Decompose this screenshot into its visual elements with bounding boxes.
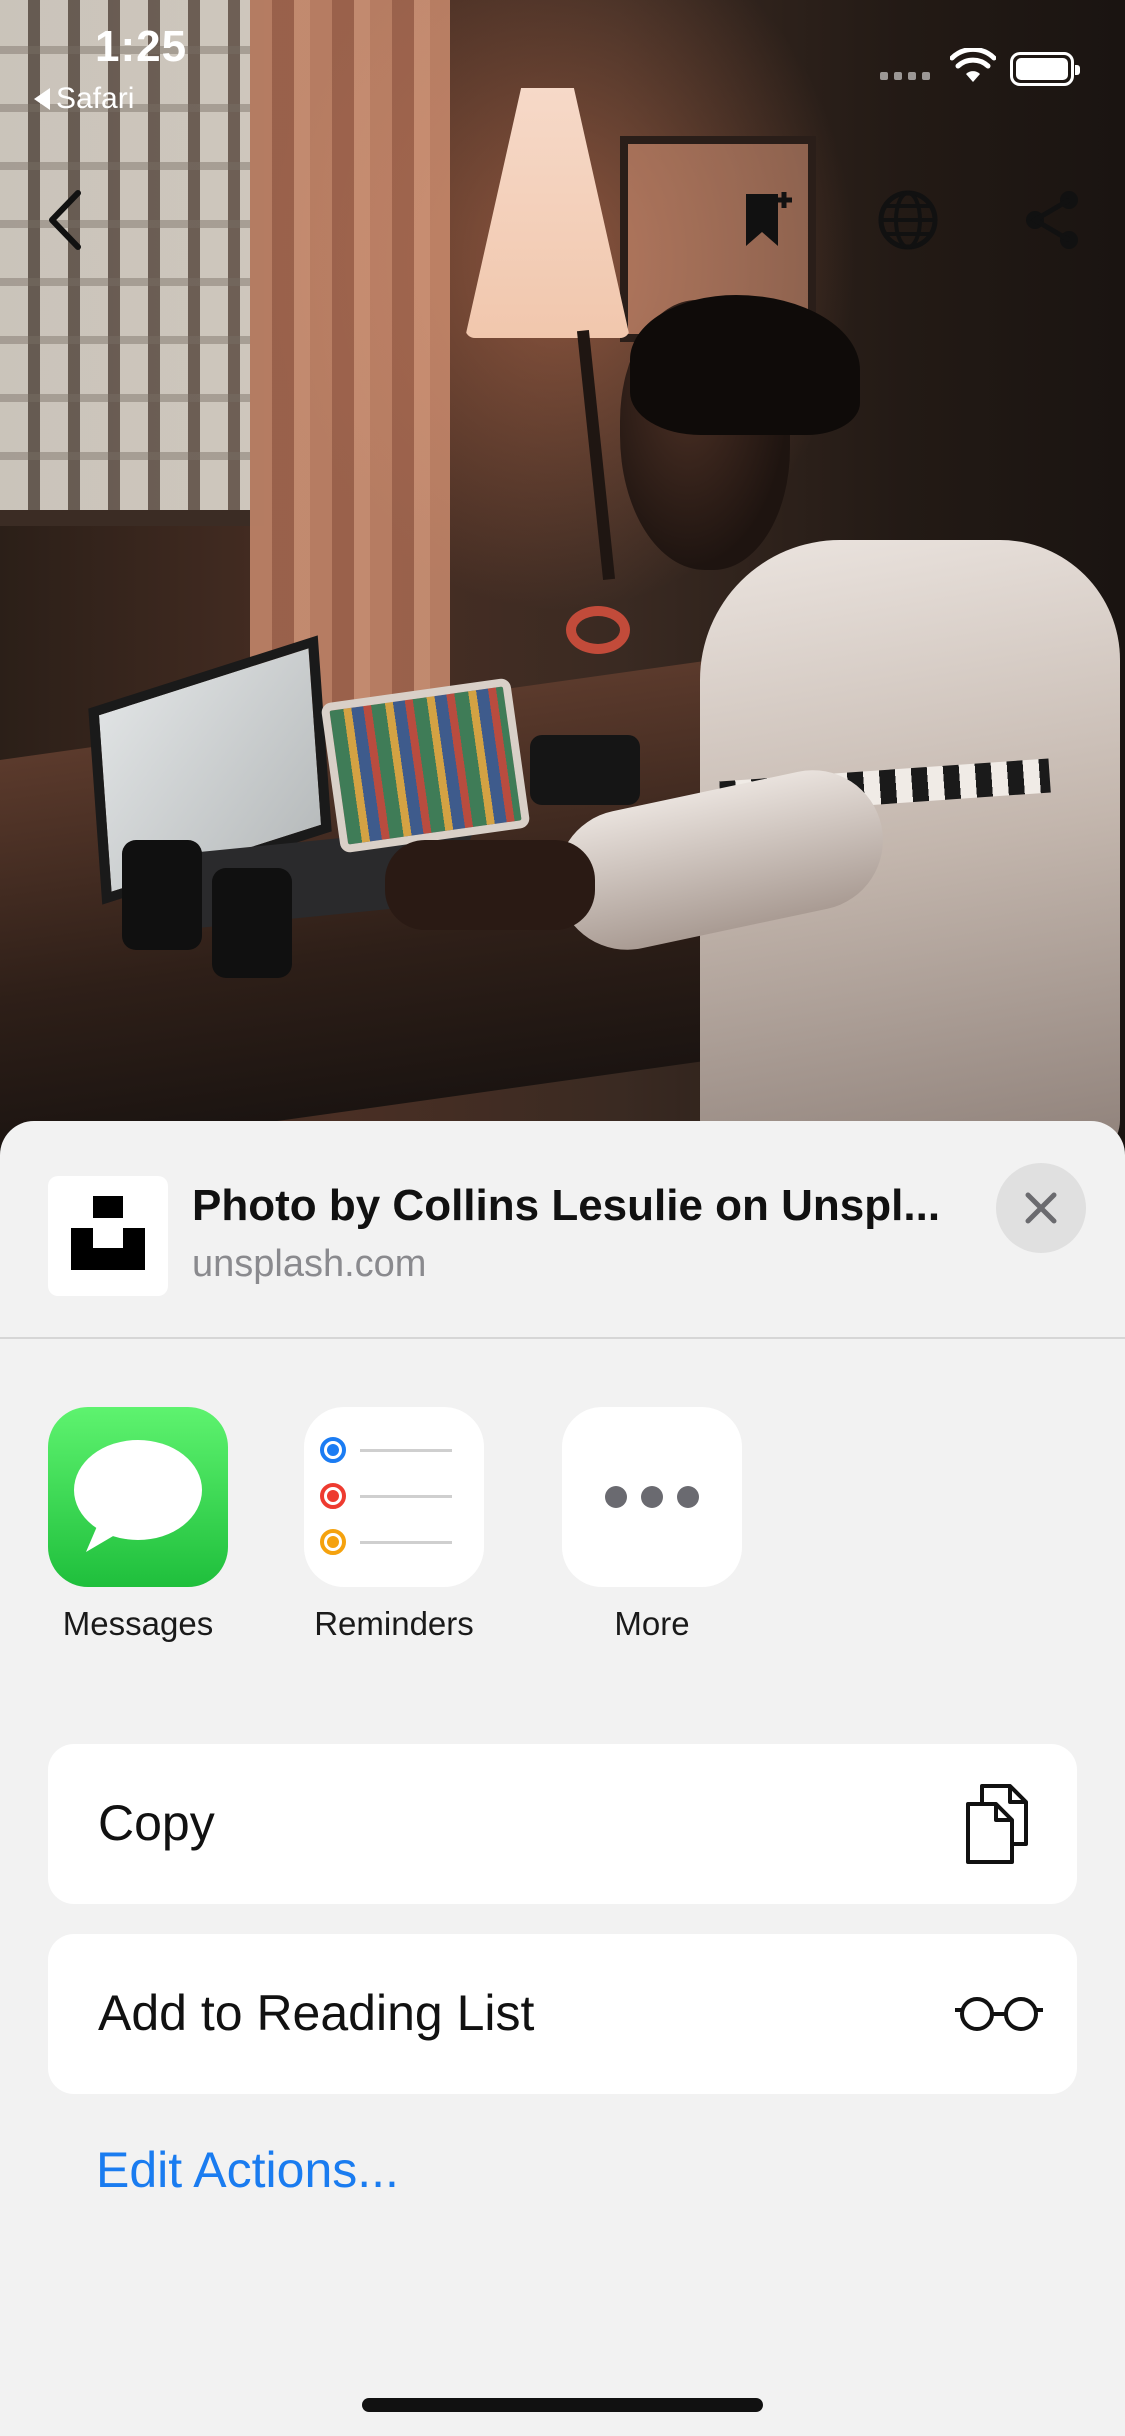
share-sheet-header: Photo by Collins Lesulie on Unspl... uns… xyxy=(0,1121,1125,1339)
photo-lamp-ring xyxy=(566,606,630,654)
photo-person-hand xyxy=(385,840,595,930)
bookmark-add-icon[interactable] xyxy=(728,180,808,260)
share-app-messages[interactable]: Messages xyxy=(38,1407,238,1643)
photo-person-hair xyxy=(630,295,860,435)
photo-tablet xyxy=(320,677,531,854)
add-to-reading-list-action[interactable]: Add to Reading List xyxy=(48,1934,1077,2094)
action-label: Copy xyxy=(98,1795,215,1851)
more-icon xyxy=(562,1407,742,1587)
share-app-row: Messages Reminders More xyxy=(0,1407,1125,1667)
wifi-icon xyxy=(950,48,996,82)
photo-cup xyxy=(212,868,292,978)
close-icon xyxy=(1025,1192,1057,1224)
back-app-label: Safari xyxy=(56,82,135,115)
reminders-icon xyxy=(304,1407,484,1587)
edit-actions-link[interactable]: Edit Actions... xyxy=(96,2141,399,2199)
status-time: 1:25 xyxy=(95,22,188,71)
copy-action[interactable]: Copy xyxy=(48,1744,1077,1904)
globe-icon[interactable] xyxy=(868,180,948,260)
cellular-signal-icon xyxy=(880,72,930,80)
share-sheet-title: Photo by Collins Lesulie on Unspl... xyxy=(192,1181,941,1230)
back-to-app-button[interactable]: Safari xyxy=(34,82,134,116)
photo-camera xyxy=(530,735,640,805)
copy-icon xyxy=(957,1782,1037,1866)
back-triangle-icon xyxy=(34,88,50,110)
action-label: Add to Reading List xyxy=(98,1985,535,2041)
share-app-label: More xyxy=(614,1605,690,1642)
site-thumbnail xyxy=(48,1176,168,1296)
share-sheet: Photo by Collins Lesulie on Unspl... uns… xyxy=(0,1121,1125,2436)
share-app-more[interactable]: More xyxy=(552,1407,752,1643)
back-chevron-icon[interactable] xyxy=(25,180,105,260)
reading-list-glasses-icon xyxy=(951,1972,1047,2056)
share-app-label: Messages xyxy=(62,1605,214,1642)
status-bar: 1:25 Safari xyxy=(0,0,1125,130)
unsplash-logo-icon xyxy=(71,1196,145,1270)
close-button[interactable] xyxy=(996,1163,1086,1253)
battery-icon xyxy=(1010,52,1080,86)
share-app-reminders[interactable]: Reminders xyxy=(294,1407,494,1643)
share-sheet-url: unsplash.com xyxy=(192,1243,427,1285)
messages-icon xyxy=(48,1407,228,1587)
photo-lamp-pole xyxy=(576,330,616,580)
share-app-label: Reminders xyxy=(314,1605,474,1642)
home-indicator[interactable] xyxy=(362,2398,763,2412)
photo-cup xyxy=(122,840,202,950)
share-icon[interactable] xyxy=(1012,180,1092,260)
hero-photo xyxy=(0,0,1125,1160)
